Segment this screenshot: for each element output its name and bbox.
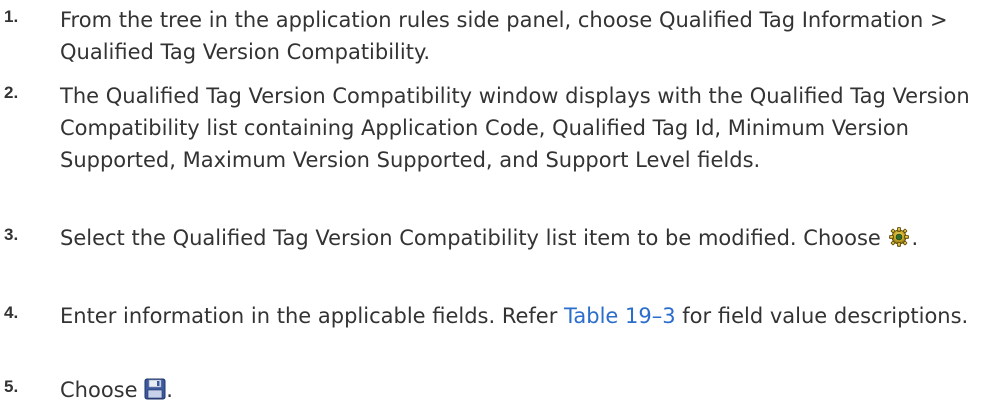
save-disk-icon bbox=[144, 377, 166, 409]
step-text: Select the Qualified Tag Version Compati… bbox=[60, 222, 1000, 257]
step-text: Enter information in the applicable fiel… bbox=[60, 300, 1000, 332]
step-text: Choose . bbox=[60, 374, 1000, 409]
modify-gear-icon bbox=[887, 225, 911, 257]
step-text: From the tree in the application rules s… bbox=[60, 8, 948, 64]
step-text-before: Select the Qualified Tag Version Compati… bbox=[60, 226, 888, 250]
table-reference-link[interactable]: Table 19–3 bbox=[564, 304, 676, 328]
step-number: 1. bbox=[4, 7, 19, 26]
step-number: 5. bbox=[4, 377, 19, 396]
step-number: 3. bbox=[4, 225, 19, 244]
step-text-before: Choose bbox=[60, 378, 145, 402]
step-text-after: . bbox=[911, 226, 919, 250]
step-text-before: Enter information in the applicable fiel… bbox=[60, 304, 565, 328]
step-text-after: for field value descriptions. bbox=[675, 304, 969, 328]
step-text-after: . bbox=[166, 378, 173, 402]
step-number: 2. bbox=[4, 83, 19, 102]
step-text: The Qualified Tag Version Compatibility … bbox=[60, 84, 970, 172]
step-number: 4. bbox=[4, 303, 19, 322]
